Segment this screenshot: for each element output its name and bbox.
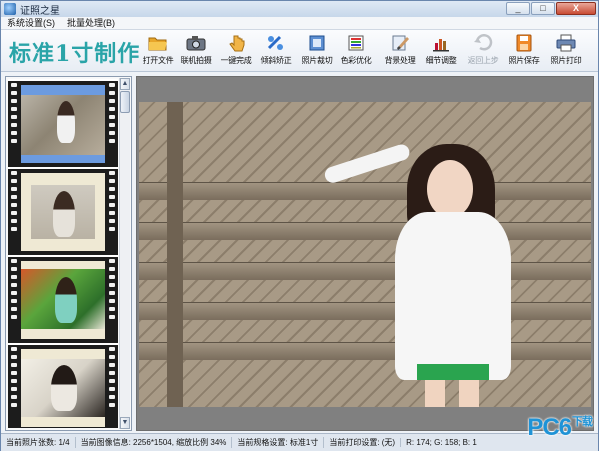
wood-post (167, 102, 183, 407)
photo-crop-label: 照片裁切 (301, 56, 333, 65)
print-photo-label: 照片打印 (550, 56, 582, 65)
photo-crop-button[interactable]: 照片裁切 (298, 34, 336, 68)
detail-adjust-button[interactable]: 细节调整 (422, 34, 460, 68)
watermark-sub: 下载 (572, 416, 593, 428)
brand-title: 标准1寸制作 (9, 41, 141, 67)
face (427, 160, 473, 218)
main-photo[interactable] (139, 102, 591, 407)
thumbnail-image (21, 349, 105, 427)
detail-adjust-label: 细节调整 (425, 56, 457, 65)
green-shorts (417, 364, 489, 380)
toolbar: 标准1寸制作 打开文件 联机拍摄 一键完成 倾斜矫正 照片裁切 色彩优化 背景处… (1, 30, 598, 72)
window-title: 证照之星 (20, 5, 60, 17)
one-click-hand-icon (229, 35, 245, 52)
background-process-label: 背景处理 (384, 56, 416, 65)
detail-chart-icon (433, 39, 449, 52)
close-button[interactable]: X (556, 2, 596, 15)
tilt-correct-label: 倾斜矫正 (260, 56, 292, 65)
app-logo-icon (4, 3, 16, 15)
status-image-info: 当前图像信息: 2256*1504, 缩放比例 34% (74, 437, 232, 448)
app-window: 证照之星 _ □ X 系统设置(S) 批量处理(B) 标准1寸制作 打开文件 联… (0, 0, 599, 451)
menu-batch-process[interactable]: 批量处理(B) (61, 17, 121, 29)
one-click-label: 一键完成 (220, 56, 252, 65)
scroll-down-button[interactable]: ▼ (120, 417, 130, 429)
menu-system-settings[interactable]: 系统设置(S) (1, 17, 61, 29)
background-process-button[interactable]: 背景处理 (381, 34, 419, 68)
maximize-button[interactable]: □ (531, 2, 555, 15)
thumbnail-3[interactable] (8, 257, 118, 343)
camera-capture-label: 联机拍摄 (180, 56, 212, 65)
scroll-up-button[interactable]: ▲ (120, 78, 130, 90)
wood-plank (139, 262, 591, 280)
white-jacket (395, 212, 511, 380)
wood-plank (139, 342, 591, 360)
thumbnail-image (21, 173, 105, 251)
crop-icon (309, 35, 325, 51)
status-photo-count: 当前照片张数: 1/4 (6, 438, 70, 447)
wood-plank (139, 302, 591, 320)
thumbnail-image (21, 85, 105, 163)
open-file-button[interactable]: 打开文件 (139, 34, 177, 68)
printer-icon (556, 34, 576, 52)
background-brush-icon (392, 35, 409, 51)
thumbnail-scrollbar[interactable]: ▲ ▼ (119, 78, 130, 429)
photo-canvas[interactable] (136, 76, 594, 431)
undo-button[interactable]: 返回上步 (464, 34, 502, 68)
camera-capture-button[interactable]: 联机拍摄 (177, 34, 215, 68)
status-bar: 当前照片张数: 1/4 当前图像信息: 2256*1504, 缩放比例 34% … (1, 433, 598, 451)
open-file-label: 打开文件 (142, 56, 174, 65)
open-folder-icon (148, 37, 167, 51)
print-photo-button[interactable]: 照片打印 (547, 34, 585, 68)
undo-arrow-icon (474, 34, 493, 51)
title-bar[interactable]: 证照之星 _ □ X (1, 1, 598, 17)
wood-wall (139, 102, 591, 407)
filmstrip (8, 79, 118, 428)
thumbnail-4[interactable] (8, 345, 118, 428)
thumbnail-panel: ▲ ▼ (5, 76, 132, 431)
watermark-main: PC6 (527, 414, 572, 441)
wood-plank (139, 182, 591, 200)
thumbnail-1[interactable] (8, 81, 118, 167)
save-photo-label: 照片保存 (508, 56, 540, 65)
minimize-button[interactable]: _ (506, 2, 530, 15)
undo-label: 返回上步 (467, 56, 499, 65)
wood-plank (139, 222, 591, 240)
status-color-readout: R: 174; G: 158; B: 1 (400, 438, 482, 447)
color-optimize-button[interactable]: 色彩优化 (337, 34, 375, 68)
thumbnail-2[interactable] (8, 169, 118, 255)
thumbnail-image (21, 261, 105, 339)
color-bars-icon (348, 35, 364, 51)
one-click-button[interactable]: 一键完成 (217, 34, 255, 68)
tilt-correct-icon (267, 35, 283, 50)
save-disk-icon (516, 34, 532, 52)
leg (459, 380, 479, 407)
pc6-watermark: PC6下载 (527, 414, 593, 442)
window-controls: _ □ X (506, 2, 596, 15)
status-print-setting: 当前打印设置: (无) (323, 437, 400, 448)
scroll-thumb[interactable] (120, 91, 130, 113)
camera-icon (186, 36, 206, 51)
menu-bar: 系统设置(S) 批量处理(B) (1, 17, 598, 30)
save-photo-button[interactable]: 照片保存 (505, 34, 543, 68)
status-spec: 当前规格设置: 标准1寸 (231, 437, 323, 448)
leg (425, 380, 445, 407)
tilt-correct-button[interactable]: 倾斜矫正 (257, 34, 295, 68)
color-optimize-label: 色彩优化 (340, 56, 372, 65)
